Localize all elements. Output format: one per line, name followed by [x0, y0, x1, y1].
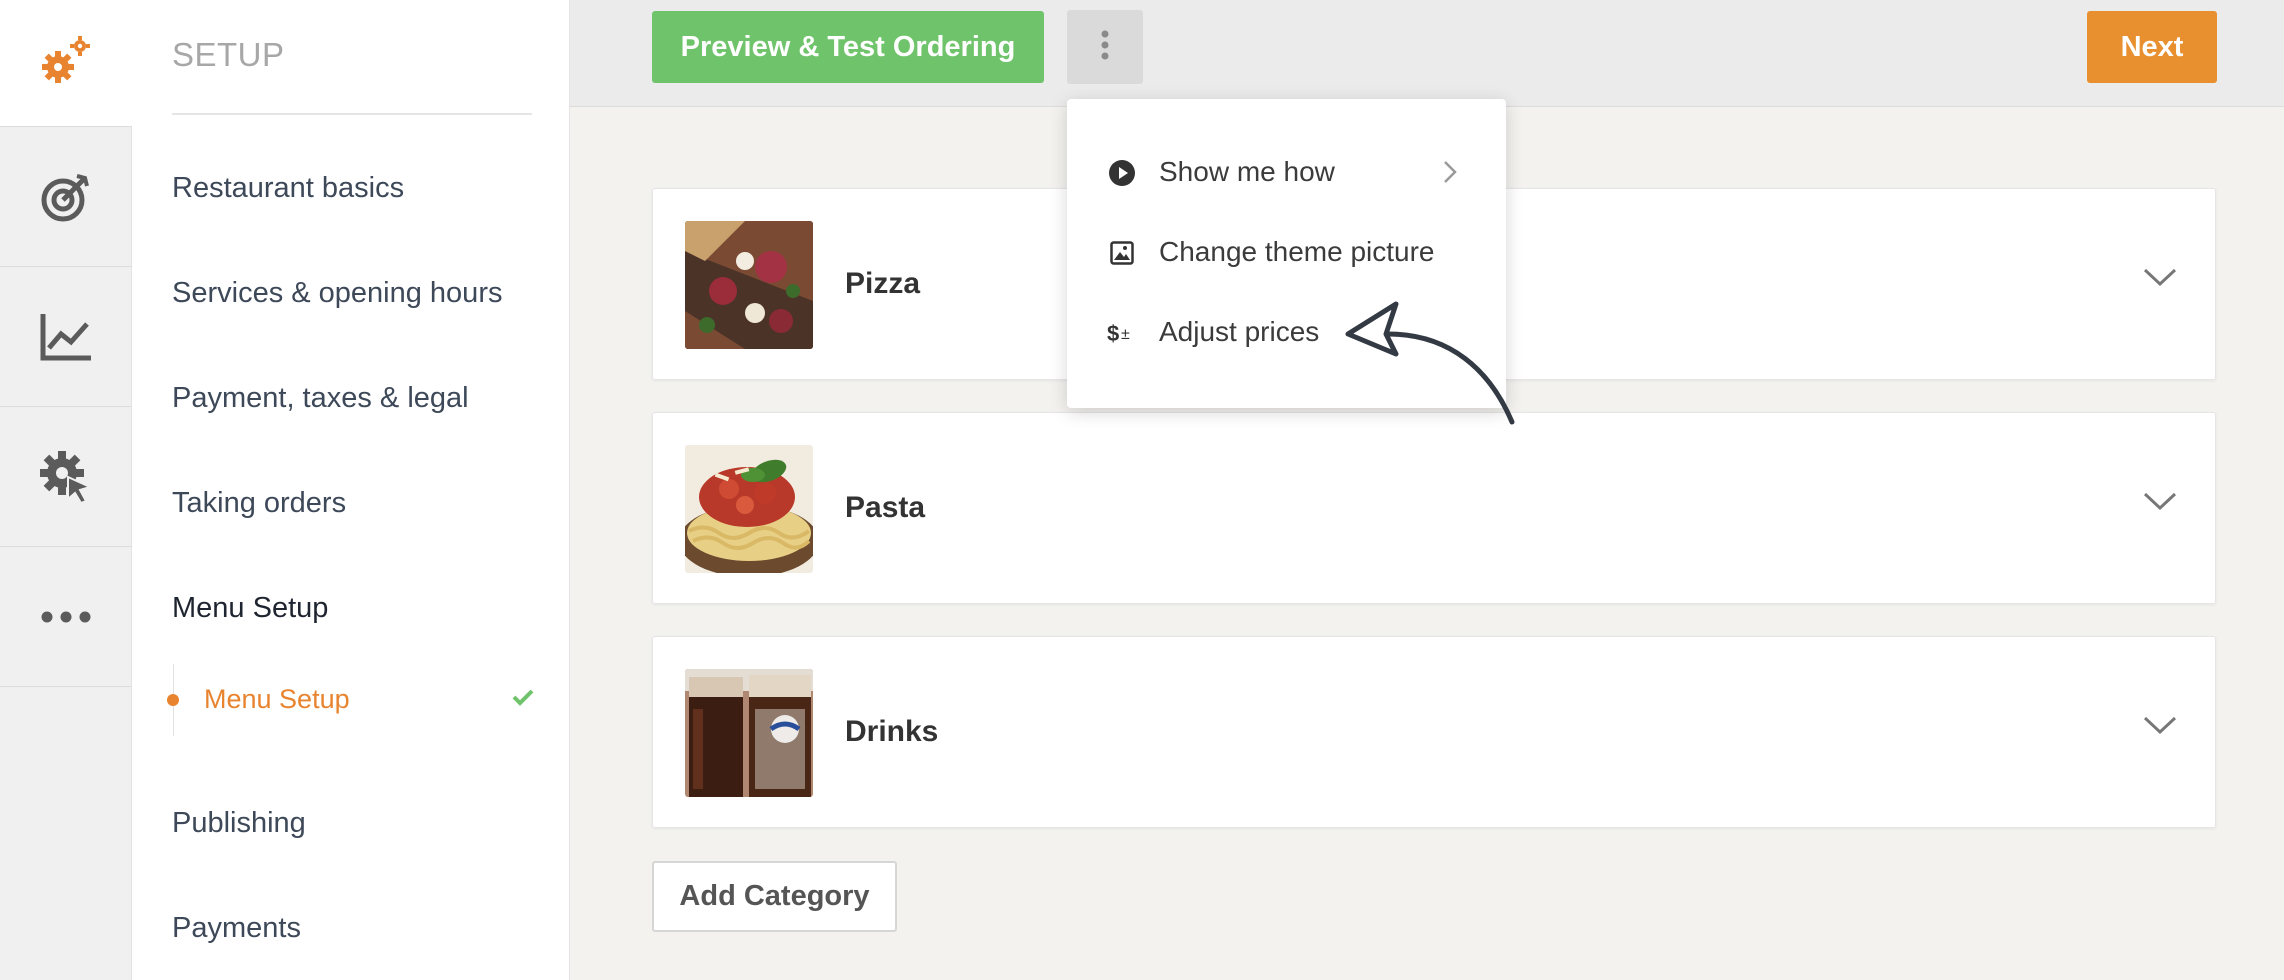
menu-item-label: Change theme picture — [1159, 236, 1435, 267]
icon-rail — [0, 0, 132, 980]
nav-item-restaurant-basics[interactable]: Restaurant basics — [172, 172, 404, 205]
more-icon — [41, 611, 91, 623]
menu-item-show-me-how[interactable]: Show me how — [1067, 132, 1506, 212]
dollar-plus-minus-icon: $ ± — [1107, 318, 1137, 348]
nav-item-publishing[interactable]: Publishing — [172, 807, 306, 840]
gear-cursor-icon — [38, 449, 94, 505]
pasta-thumbnail — [685, 445, 813, 573]
pizza-thumbnail — [685, 221, 813, 349]
category-card-pasta[interactable]: Pasta — [652, 412, 2216, 604]
menu-item-label: Show me how — [1159, 156, 1335, 187]
play-circle-icon — [1107, 158, 1137, 188]
more-options-button[interactable] — [1067, 10, 1143, 84]
chevron-down-icon[interactable] — [2143, 491, 2177, 516]
drinks-thumbnail — [685, 669, 813, 797]
nav-divider — [172, 113, 532, 115]
top-toolbar: Preview & Test Ordering Next — [570, 0, 2284, 107]
rail-more-button[interactable] — [0, 547, 132, 687]
annotation-arrow-icon — [1330, 290, 1520, 435]
target-icon — [39, 170, 93, 224]
nav-title: SETUP — [172, 36, 285, 73]
category-card-drinks[interactable]: Drinks — [652, 636, 2216, 828]
category-name: Pizza — [845, 267, 921, 300]
chevron-down-icon[interactable] — [2143, 267, 2177, 292]
nav-item-taking-orders[interactable]: Taking orders — [172, 487, 346, 520]
rail-settings-button[interactable] — [0, 407, 132, 547]
nav-subitem-menu-setup[interactable]: Menu Setup — [204, 684, 350, 715]
nav-item-services-opening-hours[interactable]: Services & opening hours — [172, 277, 502, 310]
chevron-down-icon[interactable] — [2143, 715, 2177, 740]
nav-item-menu-setup[interactable]: Menu Setup — [172, 592, 328, 625]
image-icon — [1107, 238, 1137, 268]
rail-reports-button[interactable] — [0, 267, 132, 407]
menu-item-change-theme-picture[interactable]: Change theme picture — [1067, 212, 1506, 292]
check-icon — [512, 688, 534, 711]
kebab-icon — [1100, 30, 1110, 65]
add-category-button[interactable]: Add Category — [652, 861, 897, 932]
next-button[interactable]: Next — [2087, 11, 2217, 83]
app-logo[interactable] — [0, 0, 132, 127]
nav-sub-active-dot — [167, 694, 179, 706]
chart-line-icon — [39, 312, 93, 362]
rail-marketing-button[interactable] — [0, 127, 132, 267]
nav-item-payment-taxes-legal[interactable]: Payment, taxes & legal — [172, 382, 469, 415]
menu-item-label: Adjust prices — [1159, 316, 1320, 347]
svg-text:±: ± — [1121, 326, 1130, 343]
setup-nav: SETUP Restaurant basics Services & openi… — [132, 0, 570, 980]
preview-test-ordering-button[interactable]: Preview & Test Ordering — [652, 11, 1044, 83]
svg-text:$: $ — [1107, 321, 1119, 346]
category-name: Drinks — [845, 715, 939, 748]
nav-item-payments[interactable]: Payments — [172, 912, 301, 945]
category-name: Pasta — [845, 491, 926, 524]
gears-icon — [36, 31, 96, 96]
chevron-right-icon — [1443, 160, 1457, 189]
